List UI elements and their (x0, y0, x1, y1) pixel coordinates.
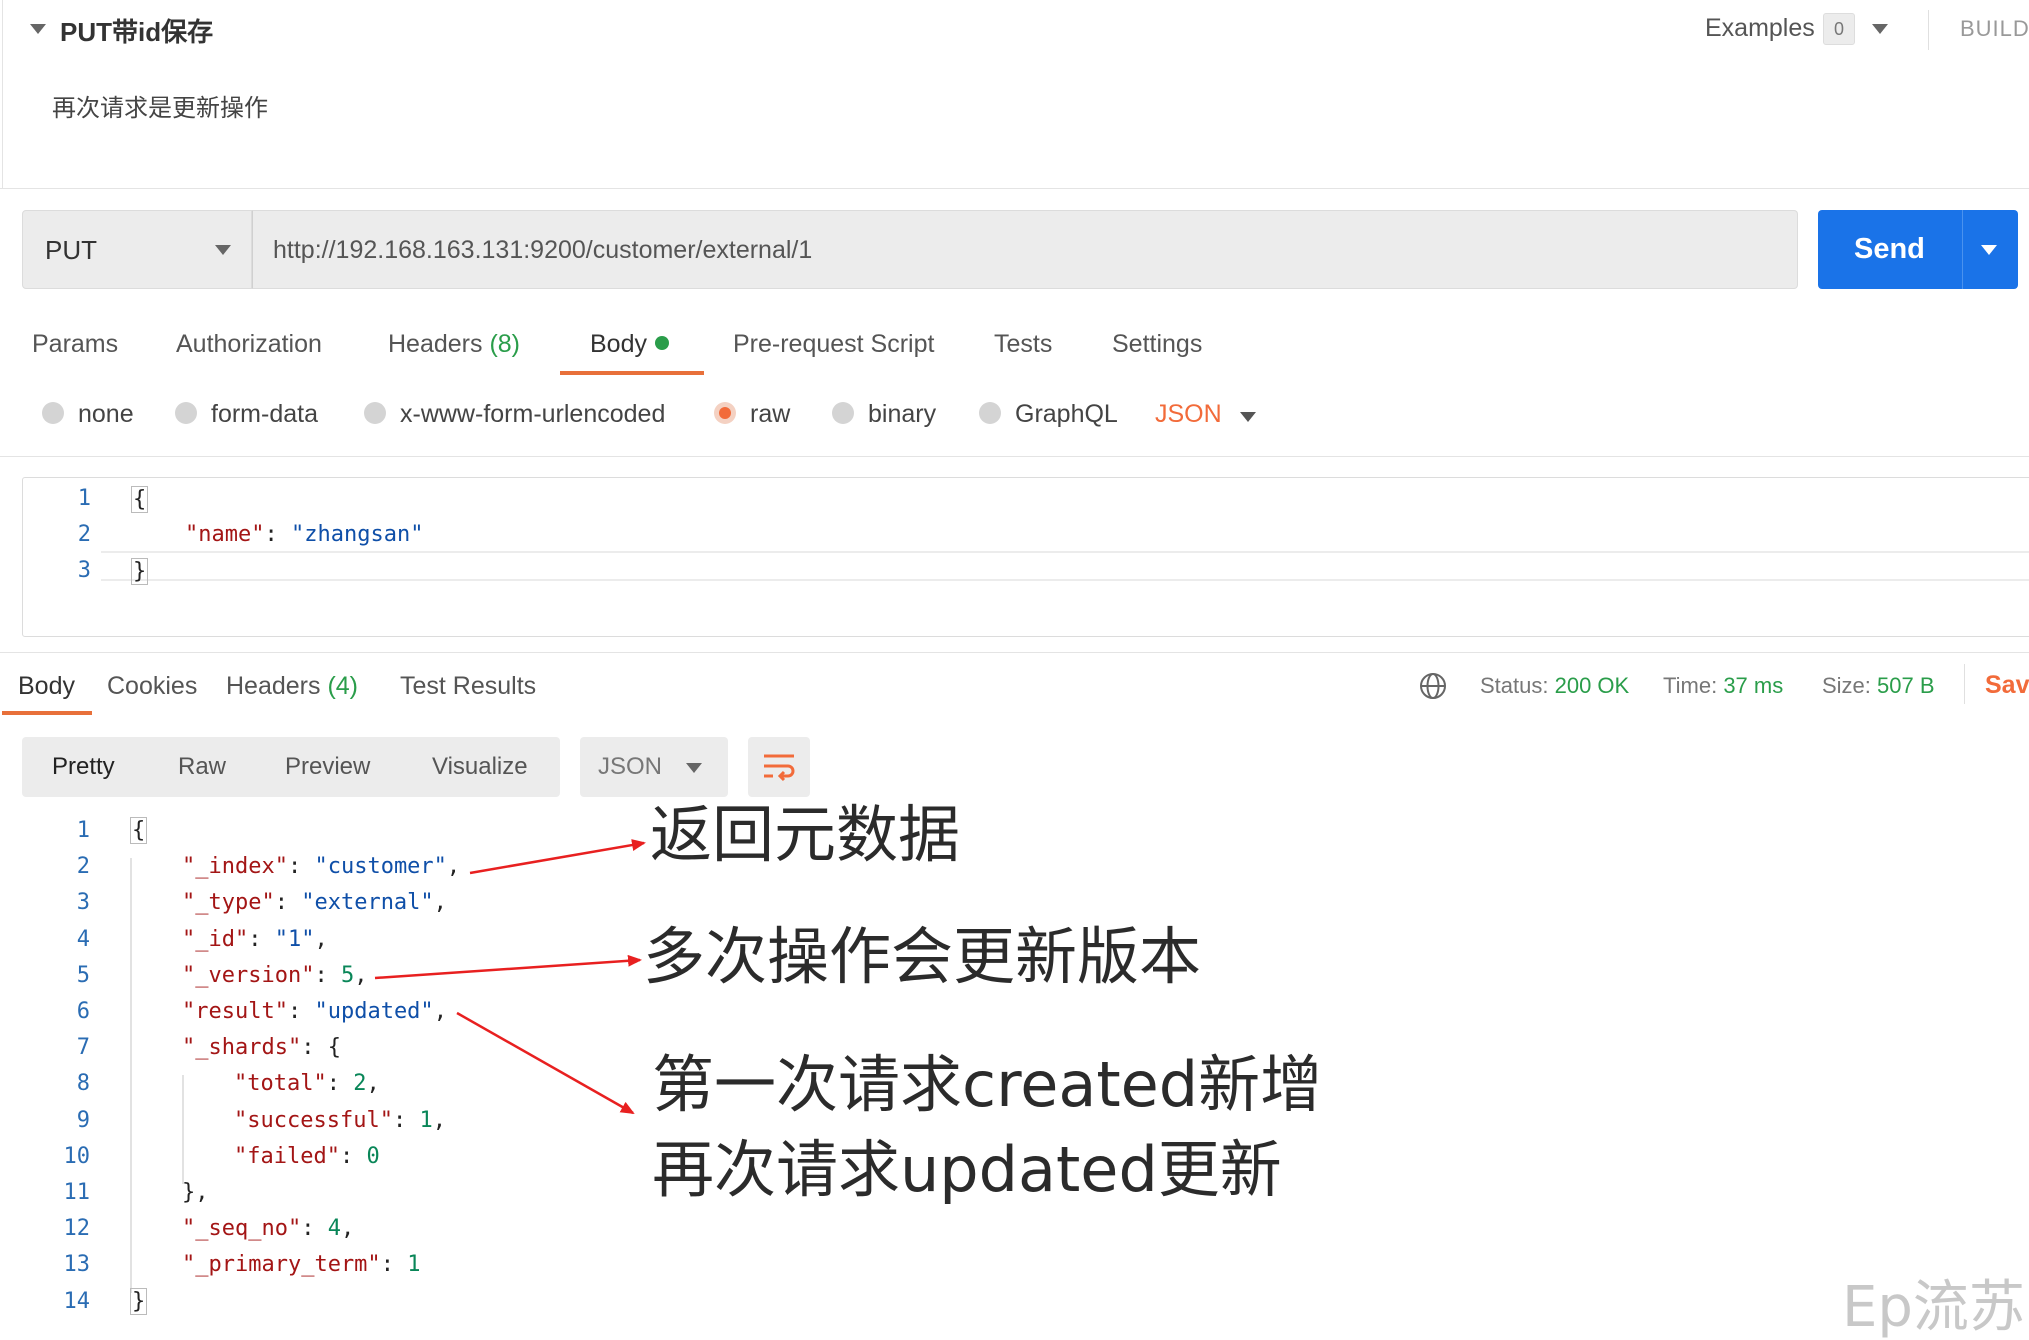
result-arrow (456, 1011, 635, 1115)
annotation-version: 多次操作会更新版本 (643, 920, 1202, 993)
version-arrow (374, 954, 642, 980)
annotation-metadata: 返回元数据 (650, 798, 961, 871)
annotation-result-line2: 再次请求updated更新 (652, 1133, 1282, 1206)
annotation-result-line1: 第一次请求created新增 (652, 1048, 1323, 1121)
metadata-arrow (469, 839, 646, 875)
watermark: Ep流苏 (1842, 1275, 2025, 1340)
